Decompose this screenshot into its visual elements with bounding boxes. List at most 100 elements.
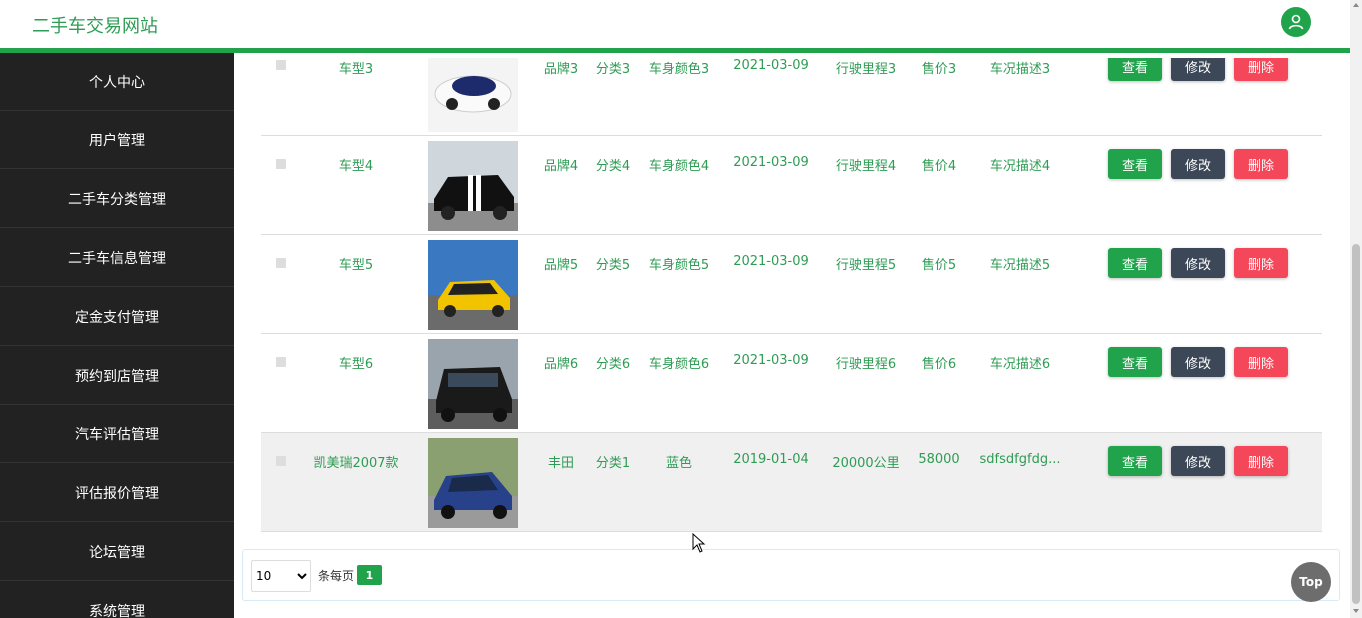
cell-category: 分类4 bbox=[595, 159, 631, 174]
cell-mileage: 20000公里 bbox=[832, 456, 900, 471]
cell-color: 车身颜色5 bbox=[648, 258, 710, 273]
sidebar-item-car-category[interactable]: 二手车分类管理 bbox=[0, 170, 234, 228]
cell-date: 2021-03-09 bbox=[733, 254, 809, 269]
delete-button[interactable]: 删除 bbox=[1234, 446, 1288, 476]
cell-description: 车况描述6 bbox=[989, 357, 1051, 372]
sidebar-item-label: 二手车分类管理 bbox=[68, 191, 166, 208]
cell-brand: 丰田 bbox=[547, 456, 574, 471]
cell-description: 车况描述5 bbox=[989, 258, 1051, 273]
cell-model: 车型4 bbox=[338, 159, 374, 174]
sidebar-item-label: 预约到店管理 bbox=[75, 368, 159, 385]
cell-description: sdfsdfgfdg... bbox=[979, 452, 1061, 467]
cell-color: 车身颜色4 bbox=[648, 159, 710, 174]
cell-description: 车况描述4 bbox=[989, 159, 1051, 174]
cell-price: 售价4 bbox=[921, 159, 957, 174]
cell-brand: 品牌5 bbox=[543, 258, 579, 273]
page-number-button[interactable]: 1 bbox=[357, 565, 382, 585]
table-row: 车型4 品牌4 分类4 车身颜色4 2021-03-09 行驶里程4 售价4 车… bbox=[261, 136, 1322, 235]
edit-button[interactable]: 修改 bbox=[1171, 347, 1225, 377]
user-icon bbox=[1288, 14, 1304, 30]
scroll-down-icon[interactable] bbox=[1353, 609, 1359, 613]
edit-button[interactable]: 修改 bbox=[1171, 248, 1225, 278]
car-image bbox=[428, 438, 518, 528]
cell-description: 车况描述3 bbox=[989, 62, 1051, 77]
cell-date: 2021-03-09 bbox=[733, 58, 809, 73]
site-title[interactable]: 二手车交易网站 bbox=[32, 12, 158, 38]
user-avatar-button[interactable] bbox=[1281, 7, 1311, 37]
main-content: 车型3 品牌3 分类3 车身颜色3 2021-03-09 行驶里程3 售价3 车… bbox=[234, 58, 1350, 618]
sidebar-item-personal-center[interactable]: 个人中心 bbox=[0, 53, 234, 111]
table-row: 车型5 品牌5 分类5 车身颜色5 2021-03-09 行驶里程5 售价5 车… bbox=[261, 235, 1322, 334]
delete-button[interactable]: 删除 bbox=[1234, 149, 1288, 179]
cell-color: 蓝色 bbox=[665, 456, 692, 471]
car-image bbox=[428, 240, 518, 330]
edit-button[interactable]: 修改 bbox=[1171, 446, 1225, 476]
cell-category: 分类3 bbox=[595, 62, 631, 77]
edit-button[interactable]: 修改 bbox=[1171, 58, 1225, 81]
sidebar-item-label: 用户管理 bbox=[89, 132, 145, 149]
cell-mileage: 行驶里程5 bbox=[835, 258, 897, 273]
sidebar-item-users[interactable]: 用户管理 bbox=[0, 111, 234, 169]
row-checkbox[interactable] bbox=[276, 456, 286, 466]
cell-brand: 品牌3 bbox=[543, 62, 579, 77]
view-button[interactable]: 查看 bbox=[1108, 347, 1162, 377]
cell-mileage: 行驶里程3 bbox=[835, 62, 897, 77]
cell-price: 售价6 bbox=[921, 357, 957, 372]
view-button[interactable]: 查看 bbox=[1108, 58, 1162, 81]
row-checkbox[interactable] bbox=[276, 159, 286, 169]
sidebar-item-quote[interactable]: 评估报价管理 bbox=[0, 464, 234, 522]
sidebar-item-label: 个人中心 bbox=[89, 74, 145, 91]
sidebar: 个人中心 用户管理 二手车分类管理 二手车信息管理 定金支付管理 预约到店管理 … bbox=[0, 53, 234, 618]
mouse-cursor-icon bbox=[692, 533, 706, 553]
per-page-label: 条每页 bbox=[318, 569, 355, 583]
pagination: 10 条每页 1 bbox=[242, 549, 1340, 601]
sidebar-item-appointment[interactable]: 预约到店管理 bbox=[0, 347, 234, 405]
cell-brand: 品牌4 bbox=[543, 159, 579, 174]
table-row: 车型6 品牌6 分类6 车身颜色6 2021-03-09 行驶里程6 售价6 车… bbox=[261, 334, 1322, 433]
sidebar-item-system[interactable]: 系统管理 bbox=[0, 582, 234, 618]
back-to-top-button[interactable]: Top bbox=[1291, 562, 1331, 602]
sidebar-item-deposit[interactable]: 定金支付管理 bbox=[0, 288, 234, 346]
view-button[interactable]: 查看 bbox=[1108, 248, 1162, 278]
car-image bbox=[428, 141, 518, 231]
cell-date: 2021-03-09 bbox=[733, 353, 809, 368]
car-image bbox=[428, 58, 518, 132]
cell-model: 凯美瑞2007款 bbox=[313, 456, 399, 471]
delete-button[interactable]: 删除 bbox=[1234, 347, 1288, 377]
scrollbar-thumb[interactable] bbox=[1352, 244, 1360, 604]
page-size-select[interactable]: 10 bbox=[251, 560, 311, 592]
view-button[interactable]: 查看 bbox=[1108, 446, 1162, 476]
cell-category: 分类5 bbox=[595, 258, 631, 273]
cell-model: 车型5 bbox=[338, 258, 374, 273]
cell-category: 分类1 bbox=[595, 456, 631, 471]
sidebar-item-label: 系统管理 bbox=[89, 603, 145, 618]
cell-color: 车身颜色6 bbox=[648, 357, 710, 372]
delete-button[interactable]: 删除 bbox=[1234, 58, 1288, 81]
cell-mileage: 行驶里程6 bbox=[835, 357, 897, 372]
sidebar-item-label: 评估报价管理 bbox=[75, 485, 159, 502]
sidebar-item-forum[interactable]: 论坛管理 bbox=[0, 523, 234, 581]
row-checkbox[interactable] bbox=[276, 258, 286, 268]
top-bar: 二手车交易网站 bbox=[0, 0, 1350, 53]
cell-model: 车型3 bbox=[338, 62, 374, 77]
sidebar-item-label: 二手车信息管理 bbox=[68, 250, 166, 267]
sidebar-item-label: 定金支付管理 bbox=[75, 309, 159, 326]
scroll-up-icon[interactable] bbox=[1353, 3, 1359, 7]
cell-category: 分类6 bbox=[595, 357, 631, 372]
table-row: 车型3 品牌3 分类3 车身颜色3 2021-03-09 行驶里程3 售价3 车… bbox=[261, 58, 1322, 136]
sidebar-item-evaluation[interactable]: 汽车评估管理 bbox=[0, 405, 234, 463]
cell-brand: 品牌6 bbox=[543, 357, 579, 372]
sidebar-item-label: 论坛管理 bbox=[89, 544, 145, 561]
delete-button[interactable]: 删除 bbox=[1234, 248, 1288, 278]
row-checkbox[interactable] bbox=[276, 60, 286, 70]
view-button[interactable]: 查看 bbox=[1108, 149, 1162, 179]
cell-date: 2019-01-04 bbox=[733, 452, 809, 467]
edit-button[interactable]: 修改 bbox=[1171, 149, 1225, 179]
scrollbar[interactable] bbox=[1350, 0, 1362, 618]
cell-mileage: 行驶里程4 bbox=[835, 159, 897, 174]
cell-color: 车身颜色3 bbox=[648, 62, 710, 77]
sidebar-item-label: 汽车评估管理 bbox=[75, 426, 159, 443]
row-checkbox[interactable] bbox=[276, 357, 286, 367]
sidebar-item-car-info[interactable]: 二手车信息管理 bbox=[0, 229, 234, 287]
cell-date: 2021-03-09 bbox=[733, 155, 809, 170]
